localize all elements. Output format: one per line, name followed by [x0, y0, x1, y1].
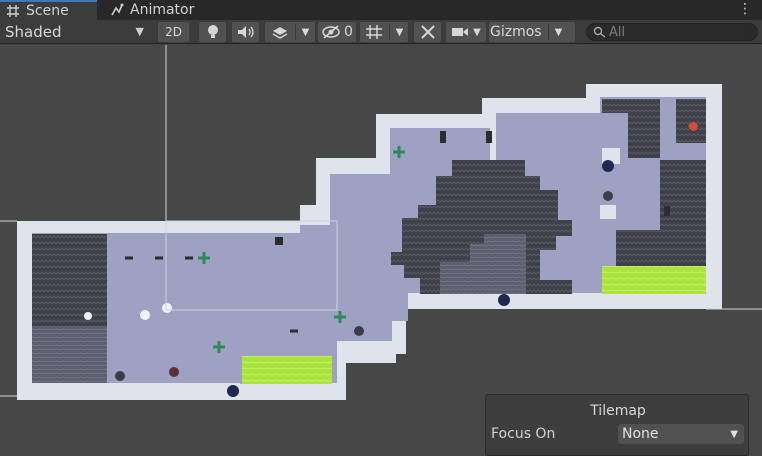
draw-mode-dropdown[interactable]: Shaded ▼ [0, 22, 150, 42]
tab-scene-label: Scene [26, 3, 69, 19]
tools-icon [420, 25, 435, 39]
lighting-toggle-button[interactable] [199, 22, 226, 42]
focus-on-dropdown[interactable]: None ▼ [618, 424, 744, 444]
tab-scene[interactable]: Scene [0, 0, 97, 20]
search-icon [593, 26, 606, 38]
chevron-down-icon: ▼ [395, 26, 404, 38]
focus-on-label: Focus On [491, 426, 556, 442]
scene-toolbar: Shaded ▼ 2D ▼ 0 ▼ ▼ Gizmos ▼ All [0, 20, 762, 44]
more-options-icon[interactable]: ⋮ [738, 2, 752, 16]
chevron-down-icon: ▼ [135, 25, 144, 38]
hidden-count: 0 [344, 24, 353, 40]
eye-hidden-icon [322, 25, 340, 39]
speaker-icon [237, 26, 254, 38]
tab-animator-label: Animator [130, 2, 195, 18]
animator-icon [111, 3, 124, 16]
unity-editor-scene-window: Scene Animator ⋮ Shaded ▼ 2D ▼ 0 ▼ ▼ Giz… [0, 0, 762, 456]
toggle-2d-button[interactable]: 2D [158, 22, 189, 42]
grid-snap-icon [365, 25, 382, 39]
tilemap-overlay: Tilemap Focus On None ▼ [485, 394, 749, 456]
level-floor [32, 97, 706, 384]
audio-toggle-button[interactable] [232, 22, 259, 42]
hash-grid-icon [7, 5, 19, 17]
layers-icon [272, 27, 288, 39]
draw-mode-label: Shaded [5, 23, 62, 41]
hierarchy-search[interactable] [586, 23, 758, 41]
gizmos-label: Gizmos [490, 24, 542, 40]
overlay-title: Tilemap [590, 403, 646, 419]
camera-icon [452, 28, 469, 36]
tab-animator[interactable]: Animator [108, 0, 218, 20]
toggle-2d-label: 2D [165, 25, 182, 39]
effects-dropdown[interactable]: ▼ [265, 22, 315, 42]
gizmos-dropdown[interactable]: Gizmos ▼ [489, 22, 575, 42]
tools-button[interactable] [414, 22, 441, 42]
chevron-down-icon: ▼ [473, 26, 481, 38]
hidden-objects-toggle[interactable]: 0 [318, 22, 356, 42]
tab-strip: Scene Animator ⋮ [0, 0, 762, 20]
chevron-down-icon: ▼ [301, 26, 310, 38]
chevron-down-icon: ▼ [730, 429, 738, 440]
camera-dropdown[interactable]: ▼ [446, 22, 486, 42]
search-input[interactable] [609, 25, 749, 39]
lightbulb-icon [207, 25, 218, 38]
focus-on-value: None [622, 426, 659, 442]
chevron-down-icon: ▼ [554, 26, 563, 38]
grid-snapping-dropdown[interactable]: ▼ [360, 22, 408, 42]
